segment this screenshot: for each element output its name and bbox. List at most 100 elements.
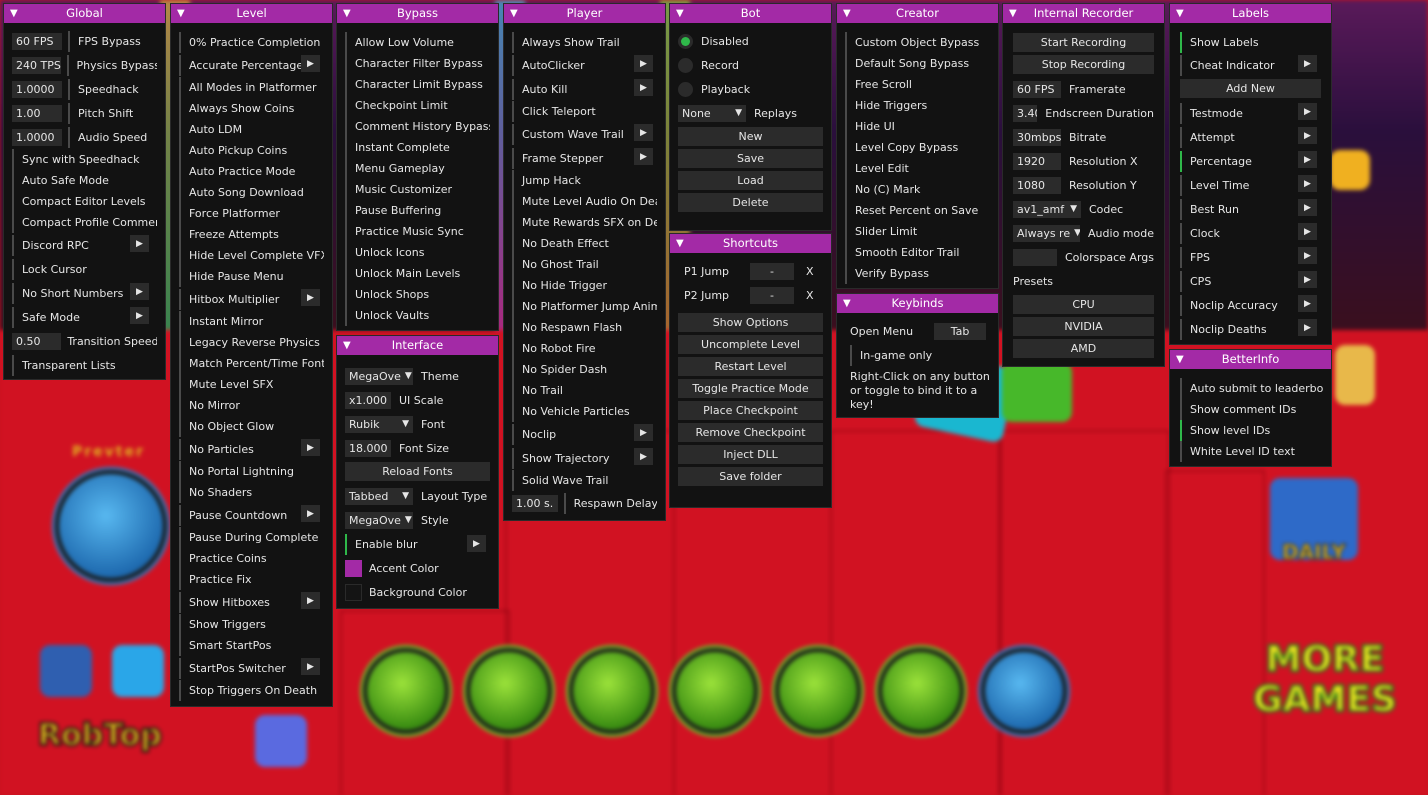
remove-checkpoint-button[interactable]: Remove Checkpoint	[678, 423, 823, 442]
toggle-row[interactable]: Frame Stepper ▶	[512, 146, 657, 170]
toggle-row[interactable]: Hide UI	[845, 116, 990, 137]
toggle-row[interactable]: Show level IDs	[1180, 420, 1323, 441]
toggle-row[interactable]: No Shaders	[179, 482, 324, 503]
toggle-row[interactable]: Reset Percent on Save	[845, 200, 990, 221]
toggle-row[interactable]: Auto Safe Mode	[12, 170, 157, 191]
add-new-button[interactable]: Add New	[1180, 79, 1321, 98]
background-color-row[interactable]: Background Color	[345, 580, 490, 604]
delete-button[interactable]: Delete	[678, 193, 823, 212]
arrow-right-icon[interactable]: ▶	[1298, 175, 1317, 192]
arrow-right-icon[interactable]: ▶	[301, 439, 320, 456]
arrow-right-icon[interactable]: ▶	[301, 505, 320, 522]
restart-level-button[interactable]: Restart Level	[678, 357, 823, 376]
arrow-right-icon[interactable]: ▶	[1298, 127, 1317, 144]
arrow-right-icon[interactable]: ▶	[130, 283, 149, 300]
toggle-row[interactable]: Show comment IDs	[1180, 399, 1323, 420]
arrow-right-icon[interactable]: ▶	[634, 424, 653, 441]
toggle-row[interactable]: Show Trajectory ▶	[512, 446, 657, 470]
toggle-row[interactable]: Compact Editor Levels	[12, 191, 157, 212]
load-button[interactable]: Load	[678, 171, 823, 190]
toggle-row[interactable]: Click Teleport	[512, 101, 657, 122]
arrow-right-icon[interactable]: ▶	[1298, 55, 1317, 72]
toggle-row[interactable]: Noclip ▶	[512, 422, 657, 446]
collapse-icon[interactable]: ▼	[177, 4, 185, 23]
ingame-only-row[interactable]: In-game only	[850, 343, 992, 367]
arrow-right-icon[interactable]: ▶	[1298, 271, 1317, 288]
uncomplete-level-button[interactable]: Uncomplete Level	[678, 335, 823, 354]
radio-icon[interactable]	[678, 81, 693, 97]
toggle-row[interactable]: Free Scroll	[845, 74, 990, 95]
endscreen-input[interactable]: 3.40s.	[1013, 104, 1038, 122]
toggle-row[interactable]: Discord RPC ▶	[12, 233, 157, 257]
toggle-row[interactable]: Compact Profile Comments	[12, 212, 157, 233]
toggle-row[interactable]: Level Edit	[845, 158, 990, 179]
toggle-row[interactable]: Safe Mode ▶	[12, 305, 157, 329]
open-menu-key[interactable]: Tab	[934, 322, 986, 340]
arrow-right-icon[interactable]: ▶	[1298, 247, 1317, 264]
toggle-row[interactable]: No Object Glow	[179, 416, 324, 437]
toggle-row[interactable]: Comment History Bypass	[345, 116, 490, 137]
toggle-row[interactable]: FPS ▶	[1180, 245, 1321, 269]
toggle-row[interactable]: No Trail	[512, 380, 657, 401]
toggle-row[interactable]: Lock Cursor	[12, 257, 157, 281]
toggle-row[interactable]: Auto Kill ▶	[512, 77, 657, 101]
collapse-icon[interactable]: ▼	[510, 4, 518, 23]
toggle-row[interactable]: Accurate Percentage ▶	[179, 53, 324, 77]
show-options-button[interactable]: Show Options	[678, 313, 823, 332]
collapse-icon[interactable]: ▼	[843, 294, 851, 313]
toggle-row[interactable]: StartPos Switcher ▶	[179, 656, 324, 680]
arrow-right-icon[interactable]: ▶	[467, 535, 486, 552]
toggle-row[interactable]: 0% Practice Completion	[179, 32, 324, 53]
toggle-row[interactable]: Practice Fix	[179, 569, 324, 590]
toggle-row[interactable]: Pause Countdown ▶	[179, 503, 324, 527]
toggle-row[interactable]: Pause During Complete	[179, 527, 324, 548]
toggle-row[interactable]: Mute Level SFX	[179, 374, 324, 395]
toggle-row[interactable]: Hide Triggers	[845, 95, 990, 116]
cheat-indicator-row[interactable]: Cheat Indicator ▶	[1180, 53, 1321, 77]
arrow-right-icon[interactable]: ▶	[301, 658, 320, 675]
toggle-row[interactable]: Level Copy Bypass	[845, 137, 990, 158]
collapse-icon[interactable]: ▼	[343, 4, 351, 23]
place-checkpoint-button[interactable]: Place Checkpoint	[678, 401, 823, 420]
toggle-row[interactable]: Hide Level Complete VFX	[179, 245, 324, 266]
accent-color-row[interactable]: Accent Color	[345, 556, 490, 580]
toggle-row[interactable]: Slider Limit	[845, 221, 990, 242]
style-select[interactable]: MegaOve ▼	[345, 511, 413, 529]
arrow-right-icon[interactable]: ▶	[634, 124, 653, 141]
toggle-row[interactable]: No Particles ▶	[179, 437, 324, 461]
shortcuts-header[interactable]: ▼ Shortcuts	[670, 234, 831, 253]
radio-icon[interactable]	[678, 57, 693, 73]
reload-fonts-button[interactable]: Reload Fonts	[345, 462, 490, 481]
toggle-row[interactable]: Default Song Bypass	[845, 53, 990, 74]
player-header[interactable]: ▼ Player	[504, 4, 665, 23]
toggle-row[interactable]: Solid Wave Trail	[512, 470, 657, 491]
toggle-row[interactable]: No (C) Mark	[845, 179, 990, 200]
toggle-row[interactable]: Percentage ▶	[1180, 149, 1321, 173]
collapse-icon[interactable]: ▼	[1176, 4, 1184, 23]
creator-header[interactable]: ▼ Creator	[837, 4, 998, 23]
arrow-right-icon[interactable]: ▶	[130, 235, 149, 252]
toggle-row[interactable]: All Modes in Platformer	[179, 77, 324, 98]
toggle-row[interactable]: No Hide Trigger	[512, 275, 657, 296]
font-size-input[interactable]: 18.000	[345, 439, 391, 457]
toggle-row[interactable]: Menu Gameplay	[345, 158, 490, 179]
arrow-right-icon[interactable]: ▶	[1298, 319, 1317, 336]
toggle-row[interactable]: Instant Complete	[345, 137, 490, 158]
toggle-row[interactable]: Smooth Editor Trail	[845, 242, 990, 263]
toggle-row[interactable]: Auto LDM	[179, 119, 324, 140]
arrow-right-icon[interactable]: ▶	[634, 79, 653, 96]
toggle-row[interactable]: Custom Object Bypass	[845, 32, 990, 53]
toggle-row[interactable]: Attempt ▶	[1180, 125, 1321, 149]
bot-mode-playback[interactable]: Playback	[678, 77, 823, 101]
toggle-row[interactable]: Stop Triggers On Death	[179, 680, 324, 701]
save-folder-button[interactable]: Save folder	[678, 467, 823, 486]
bot-header[interactable]: ▼ Bot	[670, 4, 831, 23]
preset-cpu-button[interactable]: CPU	[1013, 295, 1154, 314]
toggle-row[interactable]: Hide Pause Menu	[179, 266, 324, 287]
clear-icon[interactable]: X	[806, 265, 814, 278]
toggle-row[interactable]: No Short Numbers ▶	[12, 281, 157, 305]
toggle-row[interactable]: Auto Pickup Coins	[179, 140, 324, 161]
toggle-row[interactable]: No Respawn Flash	[512, 317, 657, 338]
shortcut-key[interactable]: -	[750, 286, 794, 304]
bot-mode-disabled[interactable]: Disabled	[678, 29, 823, 53]
